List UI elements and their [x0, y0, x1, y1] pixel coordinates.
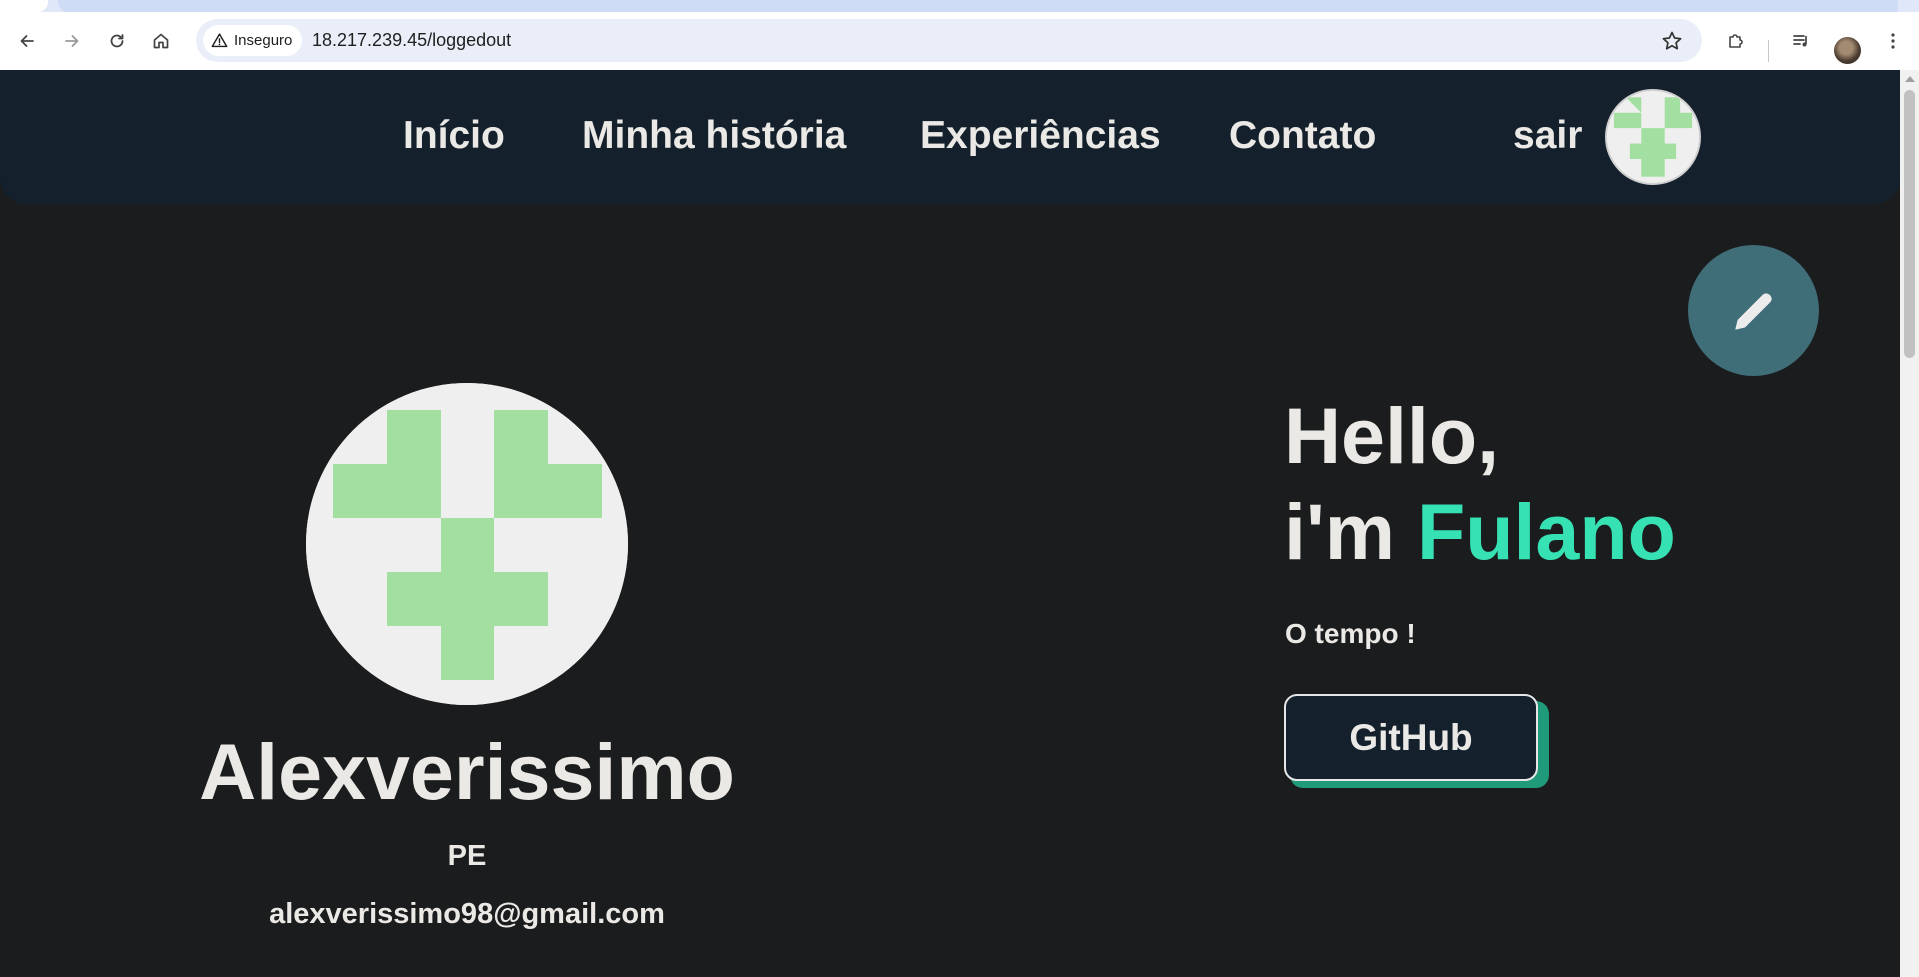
- extensions-button[interactable]: [1721, 26, 1751, 56]
- page-content: Início Minha história Experiências Conta…: [0, 70, 1900, 977]
- hero-highlight-name: Fulano: [1416, 487, 1676, 576]
- active-tab[interactable]: [0, 0, 48, 12]
- home-icon: [153, 33, 169, 49]
- nav-link-contato[interactable]: Contato: [1229, 114, 1376, 158]
- nav-user-avatar[interactable]: [1605, 89, 1701, 185]
- pencil-icon: [1734, 292, 1772, 330]
- address-bar[interactable]: Inseguro 18.217.239.45/loggedout: [196, 19, 1702, 62]
- scroll-up-arrow-icon[interactable]: [1905, 76, 1915, 82]
- logout-link[interactable]: sair: [1513, 114, 1582, 158]
- arrow-right-icon: [65, 35, 79, 47]
- hero-tagline: O tempo !: [1285, 618, 1416, 649]
- hero-heading: Hello, i'm Fulano: [1284, 388, 1676, 580]
- page-scrollbar[interactable]: [1900, 70, 1919, 977]
- profile-avatar-button[interactable]: [1834, 37, 1861, 64]
- github-button-wrapper: GitHub: [1284, 694, 1549, 788]
- nav-link-experiencias[interactable]: Experiências: [920, 114, 1161, 158]
- profile-avatar: [306, 383, 628, 705]
- profile-name: Alexverissimo: [199, 727, 735, 816]
- nav-link-inicio[interactable]: Início: [403, 114, 505, 158]
- hero-im-prefix: i'm: [1284, 487, 1417, 576]
- warning-icon: [211, 33, 228, 48]
- kebab-menu-icon: [1891, 33, 1895, 49]
- identicon-image: [306, 383, 628, 705]
- puzzle-icon: [1729, 34, 1743, 48]
- security-chip[interactable]: Inseguro: [203, 25, 303, 56]
- identicon-image: [1607, 91, 1699, 183]
- forward-button[interactable]: [57, 26, 87, 56]
- hero-greeting: Hello,: [1284, 391, 1500, 480]
- nav-link-minha-historia[interactable]: Minha história: [582, 114, 846, 158]
- reload-button[interactable]: [102, 26, 132, 56]
- url-text[interactable]: 18.217.239.45/loggedout: [312, 30, 511, 51]
- browser-menu-button[interactable]: [1878, 26, 1908, 56]
- reload-icon: [110, 34, 124, 48]
- media-button[interactable]: [1786, 26, 1816, 56]
- github-button[interactable]: GitHub: [1284, 694, 1538, 781]
- hero-name-line: i'm Fulano: [1284, 484, 1676, 580]
- toolbar-divider: [1768, 40, 1769, 62]
- profile-state: PE: [447, 840, 487, 872]
- site-navbar: Início Minha história Experiências Conta…: [0, 70, 1900, 204]
- star-icon[interactable]: [1660, 29, 1684, 53]
- scrollbar-thumb[interactable]: [1904, 90, 1915, 358]
- back-button[interactable]: [12, 26, 42, 56]
- tab-strip-background: [58, 0, 1898, 12]
- edit-profile-button[interactable]: [1688, 245, 1819, 376]
- profile-email: alexverissimo98@gmail.com: [269, 898, 665, 930]
- tab-strip: [0, 0, 1919, 12]
- arrow-left-icon: [20, 35, 34, 47]
- media-queue-icon: [1793, 35, 1807, 47]
- home-button[interactable]: [146, 26, 176, 56]
- browser-toolbar: Inseguro 18.217.239.45/loggedout: [0, 12, 1919, 70]
- security-label: Inseguro: [234, 32, 293, 49]
